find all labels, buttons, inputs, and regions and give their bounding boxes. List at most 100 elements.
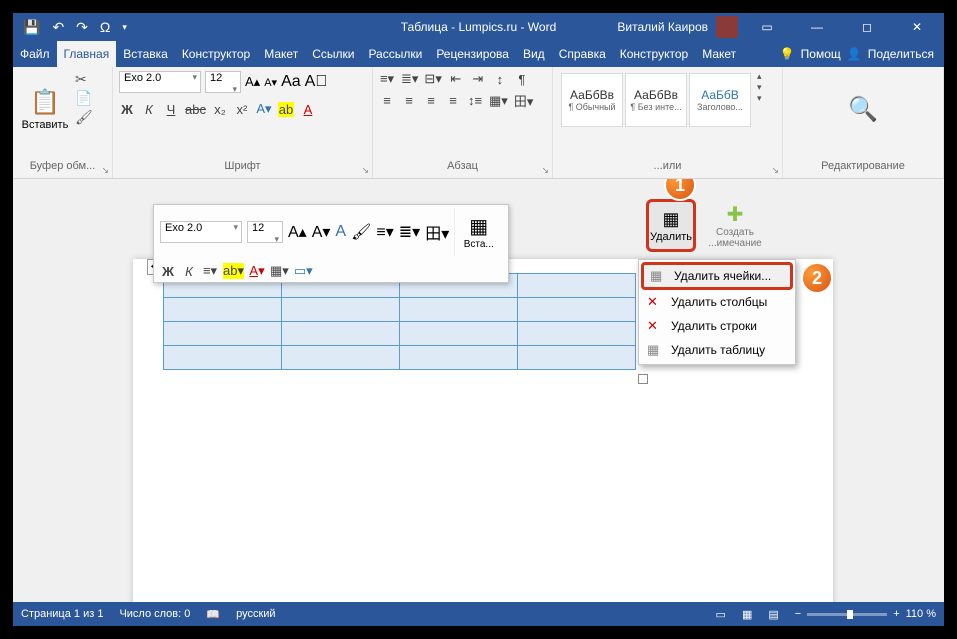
zoom-out-icon[interactable]: − bbox=[795, 608, 801, 620]
tab-insert[interactable]: Вставка bbox=[116, 41, 175, 67]
showmarks-icon[interactable]: ¶ bbox=[514, 72, 530, 87]
gallery-down-icon[interactable]: ▾ bbox=[757, 82, 762, 93]
grow-font-icon[interactable]: A▴ bbox=[288, 222, 307, 242]
font-size-select[interactable]: 12 bbox=[205, 71, 241, 93]
highlight-icon[interactable]: ab▾ bbox=[223, 263, 244, 279]
change-case-icon[interactable]: Aa bbox=[281, 73, 301, 91]
shrink-font-icon[interactable]: A▾ bbox=[312, 222, 331, 242]
sort-icon[interactable]: ↕ bbox=[492, 72, 508, 87]
text-effects-icon[interactable]: A▾ bbox=[256, 101, 272, 117]
maximize-button[interactable]: ◻ bbox=[846, 13, 888, 41]
dialog-launcher-icon[interactable]: ↘ bbox=[101, 165, 109, 176]
spellcheck-icon[interactable]: 📖 bbox=[206, 608, 220, 621]
borders-icon[interactable]: 田▾ bbox=[514, 91, 534, 110]
numbering-icon[interactable]: ≣▾ bbox=[399, 222, 420, 242]
shrink-font-icon[interactable]: A▾ bbox=[264, 76, 277, 89]
find-button[interactable]: 🔍 bbox=[848, 71, 878, 147]
delete-button[interactable]: ▦ Удалить bbox=[646, 199, 696, 252]
tab-table-design[interactable]: Конструктор bbox=[613, 41, 695, 67]
font-color-icon[interactable]: A▾ bbox=[249, 263, 265, 279]
minimize-button[interactable]: — bbox=[796, 13, 838, 41]
align-left-icon[interactable]: ≡ bbox=[379, 93, 395, 108]
underline-icon[interactable]: Ч bbox=[163, 102, 179, 117]
zoom-control[interactable]: − + 110 % bbox=[795, 608, 936, 620]
align-right-icon[interactable]: ≡ bbox=[423, 93, 439, 108]
tab-design[interactable]: Конструктор bbox=[175, 41, 257, 67]
style-heading[interactable]: АаБбВЗаголово... bbox=[689, 73, 751, 127]
tell-me-label[interactable]: Помощ bbox=[801, 47, 841, 61]
highlight-icon[interactable]: ab bbox=[278, 102, 294, 117]
close-button[interactable]: ✕ bbox=[896, 13, 938, 41]
qat-more-icon[interactable]: ▾ bbox=[122, 22, 127, 33]
align-center-icon[interactable]: ≡ bbox=[401, 93, 417, 108]
tab-view[interactable]: Вид bbox=[516, 41, 552, 67]
web-layout-icon[interactable]: ▤ bbox=[768, 608, 778, 621]
format-painter-icon[interactable]: 🖌 bbox=[75, 109, 93, 126]
border-style-icon[interactable]: ▭▾ bbox=[294, 263, 313, 279]
grow-font-icon[interactable]: A▴ bbox=[245, 74, 260, 90]
symbol-icon[interactable]: Ω bbox=[100, 19, 110, 35]
style-normal[interactable]: АаБбВв¶ Обычный bbox=[561, 73, 623, 127]
word-count[interactable]: Число слов: 0 bbox=[119, 608, 190, 620]
bold-icon[interactable]: Ж bbox=[119, 102, 135, 117]
mini-insert-button[interactable]: ▦Вста... bbox=[454, 208, 502, 256]
create-note-button[interactable]: ✚ Создать ...имечание bbox=[701, 199, 769, 252]
clear-format-icon[interactable]: A⃠ bbox=[305, 73, 328, 91]
align-icon[interactable]: ≡▾ bbox=[202, 263, 218, 279]
language-indicator[interactable]: русский bbox=[236, 608, 275, 620]
delete-table-item[interactable]: ▦Удалить таблицу bbox=[641, 338, 793, 362]
delete-columns-item[interactable]: ✕Удалить столбцы bbox=[641, 290, 793, 314]
dialog-launcher-icon[interactable]: ↘ bbox=[541, 165, 549, 176]
read-mode-icon[interactable]: ▭ bbox=[716, 608, 726, 621]
tab-table-layout[interactable]: Макет bbox=[695, 41, 743, 67]
shading-icon[interactable]: ▦▾ bbox=[270, 263, 289, 279]
strike-icon[interactable]: abc bbox=[185, 102, 206, 117]
undo-icon[interactable]: ↶ bbox=[52, 19, 64, 36]
document-table[interactable] bbox=[163, 273, 636, 370]
format-painter-icon[interactable]: 🖌 bbox=[351, 222, 371, 242]
superscript-icon[interactable]: x² bbox=[234, 102, 250, 117]
gallery-up-icon[interactable]: ▴ bbox=[757, 71, 762, 82]
tab-layout[interactable]: Макет bbox=[257, 41, 305, 67]
inc-indent-icon[interactable]: ⇥ bbox=[470, 71, 486, 87]
italic-icon[interactable]: К bbox=[141, 102, 157, 117]
delete-rows-item[interactable]: ✕Удалить строки bbox=[641, 314, 793, 338]
page-indicator[interactable]: Страница 1 из 1 bbox=[21, 608, 103, 620]
gallery-more-icon[interactable]: ▾ bbox=[757, 93, 762, 104]
ribbon-display-icon[interactable]: ▭ bbox=[746, 13, 788, 41]
tab-references[interactable]: Ссылки bbox=[305, 41, 361, 67]
font-name-select[interactable]: Exo 2.0 bbox=[119, 71, 201, 93]
multilevel-icon[interactable]: ⊟▾ bbox=[424, 71, 441, 87]
justify-icon[interactable]: ≡ bbox=[445, 93, 461, 108]
line-spacing-icon[interactable]: ↕≡ bbox=[467, 93, 483, 108]
style-nospacing[interactable]: АаБбВв¶ Без инте... bbox=[625, 73, 687, 127]
tab-help[interactable]: Справка bbox=[552, 41, 613, 67]
avatar[interactable] bbox=[716, 16, 738, 38]
redo-icon[interactable]: ↷ bbox=[76, 19, 88, 36]
delete-cells-item[interactable]: ▦Удалить ячейки... bbox=[641, 262, 793, 290]
dialog-launcher-icon[interactable]: ↘ bbox=[361, 165, 369, 176]
cut-icon[interactable]: ✂ bbox=[75, 71, 93, 88]
bullets-icon[interactable]: ≡▾ bbox=[376, 222, 393, 242]
copy-icon[interactable]: 📄 bbox=[75, 90, 93, 107]
zoom-slider[interactable] bbox=[807, 613, 887, 616]
zoom-level[interactable]: 110 % bbox=[906, 608, 936, 620]
borders-icon[interactable]: 田▾ bbox=[425, 220, 449, 244]
styles-gallery[interactable]: АаБбВв¶ Обычный АаБбВв¶ Без инте... АаБб… bbox=[559, 71, 753, 129]
tell-me-icon[interactable]: 💡 bbox=[780, 47, 795, 61]
share-label[interactable]: Поделиться bbox=[868, 47, 934, 61]
shading-icon[interactable]: ▦▾ bbox=[489, 93, 508, 109]
italic-icon[interactable]: К bbox=[181, 264, 197, 279]
mini-size-select[interactable]: 12 bbox=[247, 221, 283, 243]
user-name[interactable]: Виталий Каиров bbox=[617, 20, 708, 34]
print-layout-icon[interactable]: ▦ bbox=[742, 608, 752, 621]
paste-button[interactable]: 📋 Вставить bbox=[19, 71, 71, 147]
bold-icon[interactable]: Ж bbox=[160, 264, 176, 279]
font-color-icon[interactable]: A bbox=[300, 102, 316, 117]
tab-mailings[interactable]: Рассылки bbox=[361, 41, 429, 67]
styles-icon[interactable]: A bbox=[335, 223, 346, 241]
share-icon[interactable]: 👤 bbox=[847, 47, 862, 61]
tab-home[interactable]: Главная bbox=[57, 41, 117, 67]
subscript-icon[interactable]: x₂ bbox=[212, 102, 228, 117]
bullets-icon[interactable]: ≡▾ bbox=[379, 71, 395, 87]
